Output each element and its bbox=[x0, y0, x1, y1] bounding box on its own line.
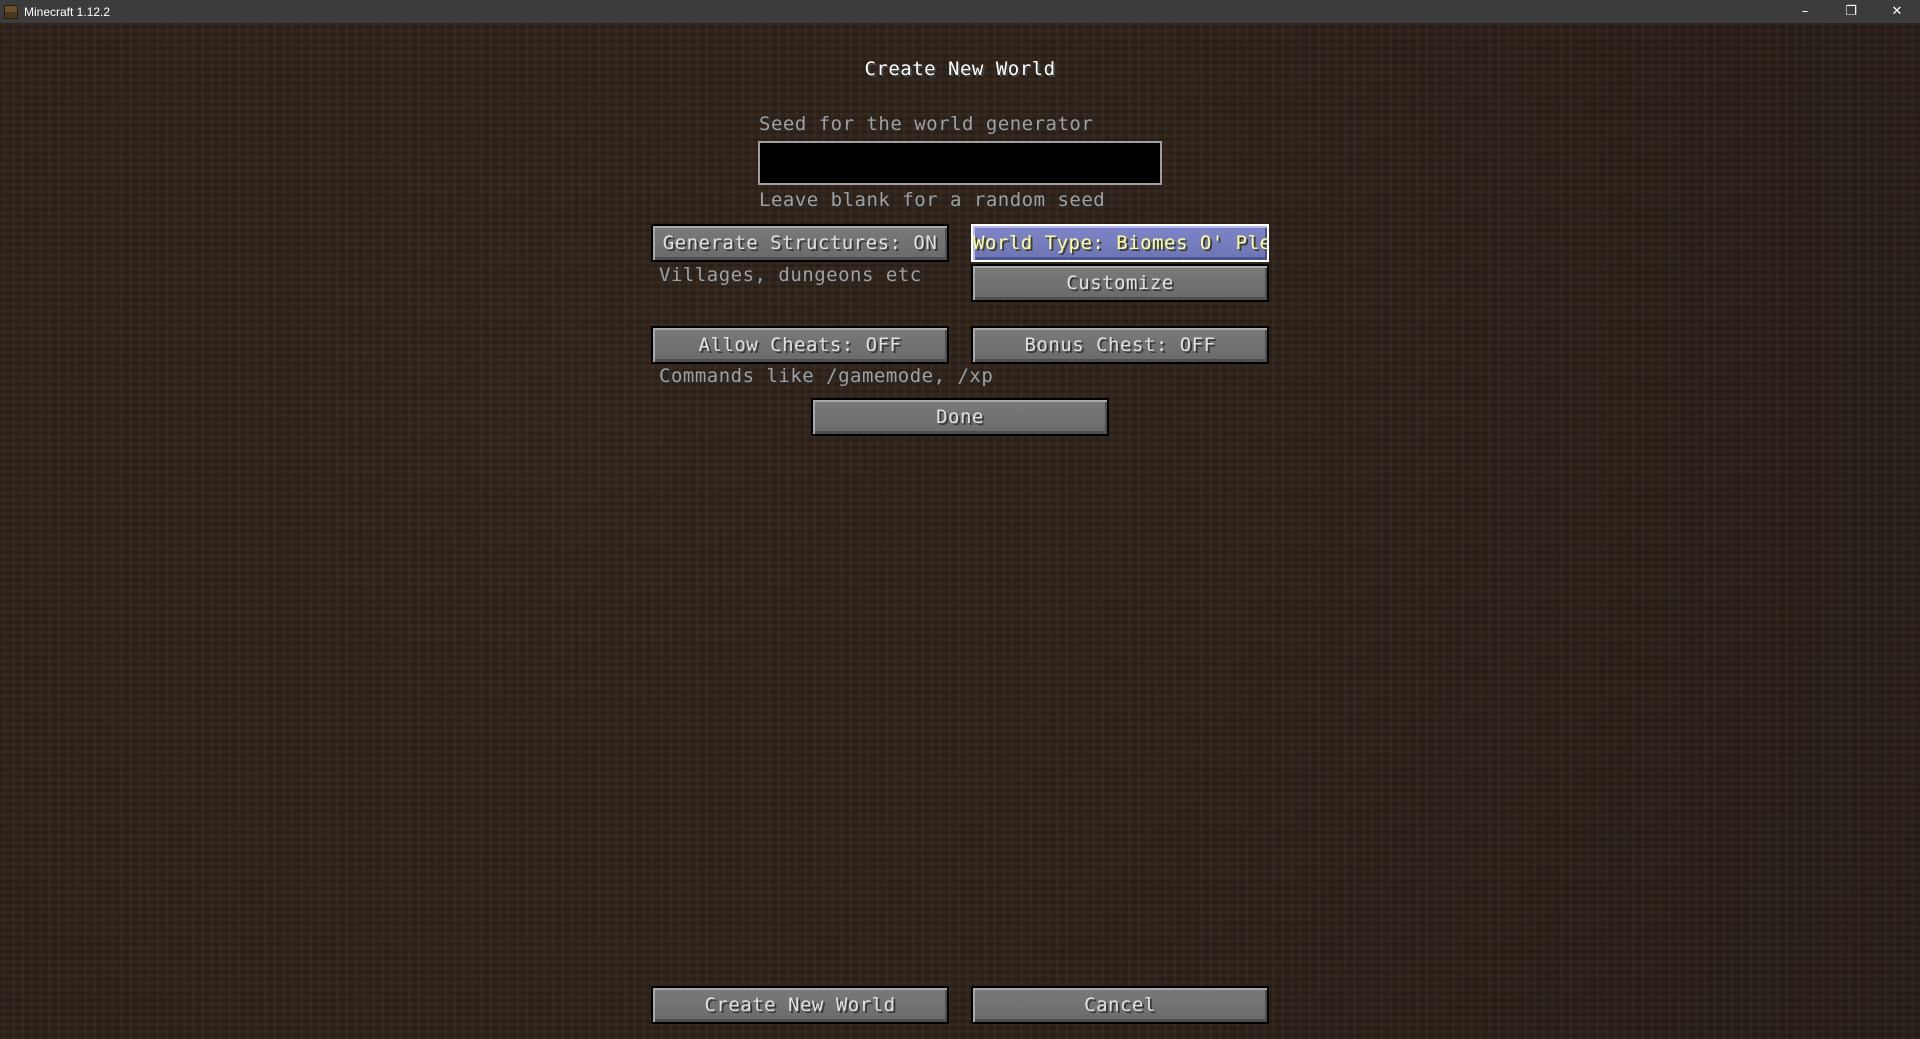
close-icon[interactable]: ✕ bbox=[1874, 0, 1920, 23]
window-controls: – ❐ ✕ bbox=[1782, 0, 1920, 23]
done-button[interactable]: Done bbox=[811, 398, 1109, 436]
create-new-world-button[interactable]: Create New World bbox=[651, 986, 949, 1024]
seed-input[interactable] bbox=[758, 141, 1162, 185]
minecraft-app-icon bbox=[4, 4, 18, 19]
window-titlebar: Minecraft 1.12.2 – ❐ ✕ bbox=[0, 0, 1920, 23]
cancel-button[interactable]: Cancel bbox=[971, 986, 1269, 1024]
customize-button[interactable]: Customize bbox=[971, 264, 1269, 302]
allow-cheats-button[interactable]: Allow Cheats: OFF bbox=[651, 326, 949, 364]
window-title: Minecraft 1.12.2 bbox=[24, 4, 111, 19]
bonus-chest-button[interactable]: Bonus Chest: OFF bbox=[971, 326, 1269, 364]
restore-icon[interactable]: ❐ bbox=[1828, 0, 1874, 23]
generate-structures-button[interactable]: Generate Structures: ON bbox=[651, 224, 949, 262]
page-title: Create New World bbox=[864, 58, 1056, 80]
world-type-button[interactable]: World Type: Biomes O' Plenty bbox=[971, 224, 1269, 262]
minimize-icon[interactable]: – bbox=[1782, 0, 1828, 23]
seed-label: Seed for the world generator bbox=[759, 113, 1094, 135]
seed-hint: Leave blank for a random seed bbox=[759, 189, 1106, 211]
generate-structures-hint: Villages, dungeons etc bbox=[659, 264, 922, 286]
allow-cheats-hint: Commands like /gamemode, /xp bbox=[659, 365, 994, 387]
